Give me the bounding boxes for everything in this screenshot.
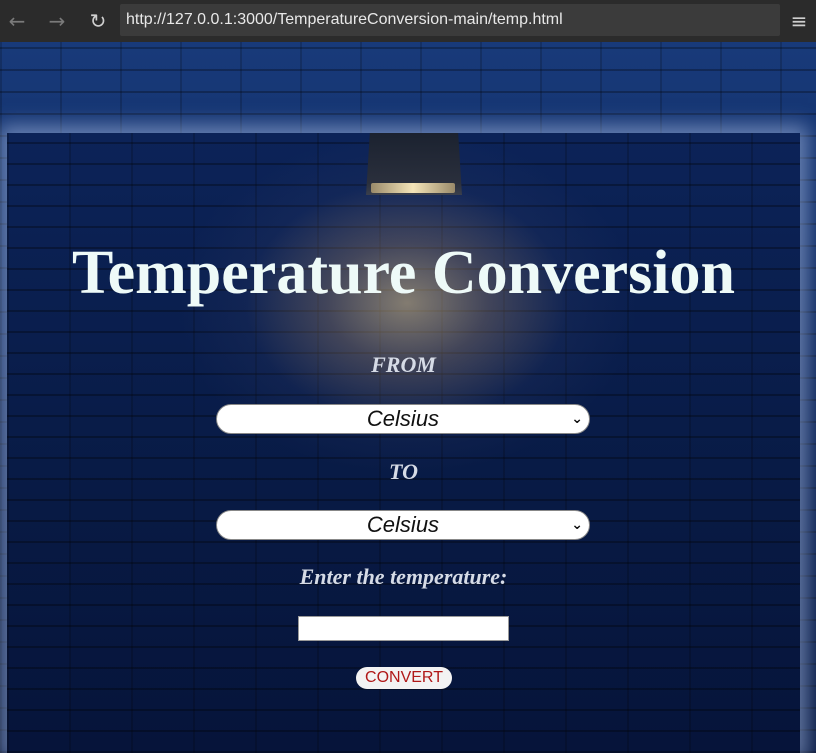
from-unit-select[interactable]: Celsius ⌄ xyxy=(216,404,590,434)
from-unit-selected-value: Celsius xyxy=(366,406,440,431)
address-bar[interactable]: http://127.0.0.1:3000/TemperatureConvers… xyxy=(120,4,780,36)
hamburger-menu-icon[interactable]: ≡ xyxy=(786,8,812,34)
to-unit-selected-value: Celsius xyxy=(366,512,440,537)
forward-arrow-icon[interactable]: → xyxy=(44,8,70,34)
to-label: TO xyxy=(389,459,418,484)
temperature-input[interactable] xyxy=(298,616,509,641)
enter-temperature-label: Enter the temperature: xyxy=(299,564,508,589)
to-unit-select[interactable]: Celsius ⌄ xyxy=(216,510,590,540)
browser-toolbar: ← → ↻ http://127.0.0.1:3000/TemperatureC… xyxy=(0,0,816,42)
page-title: Temperature Conversion xyxy=(71,239,736,307)
reload-icon[interactable]: ↻ xyxy=(85,8,111,34)
chevron-down-icon: ⌄ xyxy=(571,517,583,533)
lamp-light xyxy=(371,183,455,193)
chevron-down-icon: ⌄ xyxy=(571,411,583,427)
converter-card: Temperature Conversion FROM Celsius ⌄ TO… xyxy=(7,133,800,753)
from-label: FROM xyxy=(371,352,436,377)
back-arrow-icon[interactable]: ← xyxy=(4,8,30,34)
convert-button[interactable]: CONVERT xyxy=(356,667,452,689)
